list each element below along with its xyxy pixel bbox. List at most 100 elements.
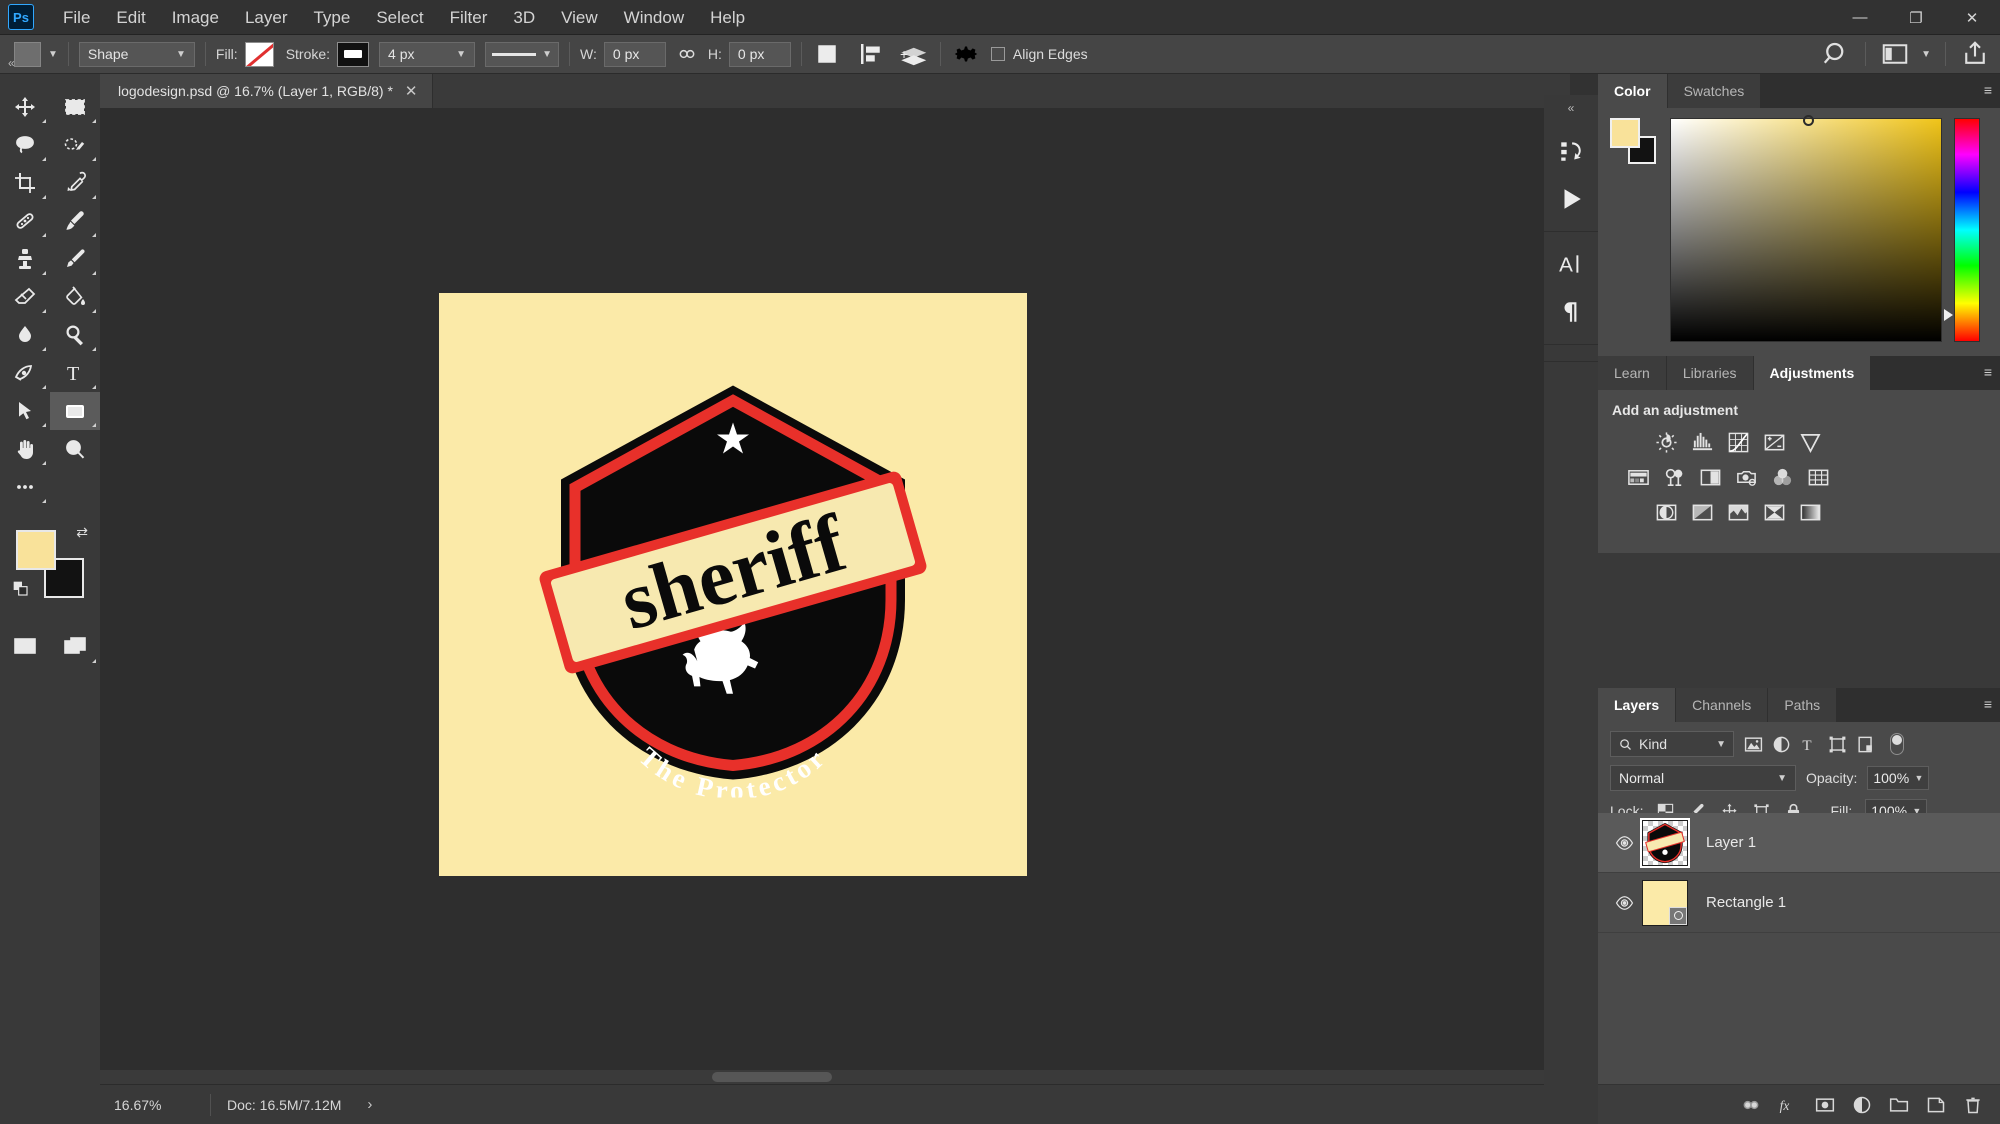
workspace-chevron-down-icon[interactable]: ▼ [1921, 49, 1931, 60]
tab-adjustments[interactable]: Adjustments [1753, 356, 1872, 390]
actions-play-icon[interactable] [1544, 175, 1598, 223]
layer-name[interactable]: Rectangle 1 [1706, 894, 1786, 911]
tools-collapse-icon[interactable]: « [8, 56, 15, 70]
brush-tool[interactable] [50, 202, 100, 240]
filter-enable-toggle[interactable] [1890, 733, 1904, 755]
path-selection-tool[interactable] [0, 392, 50, 430]
path-alignment-icon[interactable] [856, 41, 886, 68]
move-tool[interactable] [0, 88, 50, 126]
menu-filter[interactable]: Filter [437, 4, 501, 31]
color-picker-cursor[interactable] [1803, 115, 1814, 126]
spot-healing-brush-tool[interactable] [0, 202, 50, 240]
menu-type[interactable]: Type [300, 4, 363, 31]
menu-select[interactable]: Select [363, 4, 436, 31]
layer-filter-kind-select[interactable]: Kind ▼ [1610, 731, 1734, 757]
layer-style-fx-icon[interactable]: fx [1775, 1092, 1801, 1118]
hue-slider-marker[interactable] [1944, 309, 1953, 321]
opacity-input[interactable]: 100% ▼ [1867, 766, 1930, 790]
black-white-icon[interactable] [1698, 465, 1723, 490]
history-panel-icon[interactable] [1544, 127, 1598, 175]
tab-layers[interactable]: Layers [1598, 688, 1677, 722]
width-input[interactable]: 0 px [603, 41, 666, 67]
menu-layer[interactable]: Layer [232, 4, 301, 31]
history-brush-tool[interactable] [50, 240, 100, 278]
filter-pixel-layers-icon[interactable] [1744, 735, 1763, 754]
paragraph-panel-icon[interactable] [1544, 288, 1598, 336]
exposure-icon[interactable] [1762, 430, 1787, 455]
foreground-color-swatch[interactable] [16, 530, 56, 570]
stroke-type-select[interactable]: ▼ [485, 41, 560, 67]
levels-icon[interactable] [1690, 430, 1715, 455]
close-button[interactable]: ✕ [1944, 0, 2000, 35]
quick-mask-icon[interactable] [0, 626, 50, 666]
filter-adjustment-layers-icon[interactable] [1772, 735, 1791, 754]
hue-saturation-icon[interactable] [1626, 465, 1651, 490]
layers-panel-menu-icon[interactable]: ≡ [1984, 697, 1992, 711]
dodge-tool[interactable] [50, 316, 100, 354]
rectangle-tool[interactable] [50, 392, 100, 430]
layer-row[interactable]: Rectangle 1 [1598, 873, 2000, 933]
brightness-contrast-icon[interactable] [1654, 430, 1679, 455]
curves-icon[interactable] [1726, 430, 1751, 455]
filter-shape-layers-icon[interactable] [1828, 735, 1847, 754]
menu-file[interactable]: File [50, 4, 103, 31]
lasso-tool[interactable] [0, 126, 50, 164]
saturation-value-field[interactable] [1670, 115, 1942, 342]
minimize-button[interactable]: — [1832, 0, 1888, 35]
selective-color-icon[interactable] [1762, 500, 1787, 525]
tab-channels[interactable]: Channels [1676, 688, 1769, 722]
quick-selection-tool[interactable] [50, 126, 100, 164]
workspace-switcher-icon[interactable] [1880, 41, 1910, 68]
hand-tool[interactable] [0, 430, 50, 468]
invert-icon[interactable] [1654, 500, 1679, 525]
eyedropper-tool[interactable] [50, 164, 100, 202]
tab-learn[interactable]: Learn [1598, 356, 1667, 390]
adjustments-panel-menu-icon[interactable]: ≡ [1984, 365, 1992, 379]
color-panel-foreground-swatch[interactable] [1610, 118, 1640, 148]
tab-color[interactable]: Color [1598, 74, 1668, 108]
link-width-height-icon[interactable] [672, 41, 702, 68]
type-tool[interactable]: T [50, 354, 100, 392]
artboard[interactable]: The Protector sheriff [439, 293, 1027, 876]
gradient-map-icon[interactable] [1798, 500, 1823, 525]
layer-visibility-toggle[interactable] [1606, 895, 1642, 910]
layer-visibility-toggle[interactable] [1606, 835, 1642, 850]
blend-mode-select[interactable]: Normal ▼ [1610, 765, 1796, 791]
menu-edit[interactable]: Edit [103, 4, 158, 31]
align-edges-checkbox[interactable] [990, 47, 1005, 61]
align-edges-row[interactable]: Align Edges [990, 46, 1088, 62]
color-balance-icon[interactable] [1662, 465, 1687, 490]
tool-preset-chevron-down-icon[interactable]: ▼ [48, 49, 58, 60]
blur-tool[interactable] [0, 316, 50, 354]
path-arrangement-icon[interactable]: + [900, 41, 930, 68]
status-expand-icon[interactable]: › [357, 1096, 372, 1113]
screen-mode-icon[interactable] [50, 626, 100, 666]
vibrance-icon[interactable] [1798, 430, 1823, 455]
path-operations-icon[interactable] [812, 41, 842, 68]
menu-help[interactable]: Help [697, 4, 758, 31]
add-layer-mask-icon[interactable] [1812, 1092, 1838, 1118]
zoom-level[interactable]: 16.67% [100, 1097, 210, 1113]
channel-mixer-icon[interactable] [1770, 465, 1795, 490]
tool-preset-picker[interactable] [14, 41, 41, 67]
crop-tool[interactable] [0, 164, 50, 202]
gear-icon[interactable] [951, 41, 981, 68]
search-icon[interactable] [1821, 41, 1851, 68]
character-panel-icon[interactable]: A [1544, 240, 1598, 288]
rectangular-marquee-tool[interactable] [50, 88, 100, 126]
photo-filter-icon[interactable] [1734, 465, 1759, 490]
zoom-tool[interactable] [50, 430, 100, 468]
eraser-tool[interactable] [0, 278, 50, 316]
layer-row[interactable]: Layer 1 [1598, 813, 2000, 873]
document-size-info[interactable]: Doc: 16.5M/7.12M [210, 1093, 357, 1116]
layer-thumbnail[interactable] [1640, 817, 1690, 868]
stroke-width-select[interactable]: 4 px ▼ [379, 41, 476, 67]
canvas[interactable]: The Protector sheriff [100, 108, 1556, 1070]
close-icon[interactable]: ✕ [405, 82, 418, 100]
tab-libraries[interactable]: Libraries [1666, 356, 1754, 390]
delete-layer-icon[interactable] [1960, 1092, 1986, 1118]
canvas-horizontal-scrollbar[interactable] [100, 1070, 1556, 1084]
filter-smart-object-icon[interactable] [1856, 735, 1875, 754]
posterize-icon[interactable] [1690, 500, 1715, 525]
stroke-swatch[interactable] [337, 41, 370, 67]
